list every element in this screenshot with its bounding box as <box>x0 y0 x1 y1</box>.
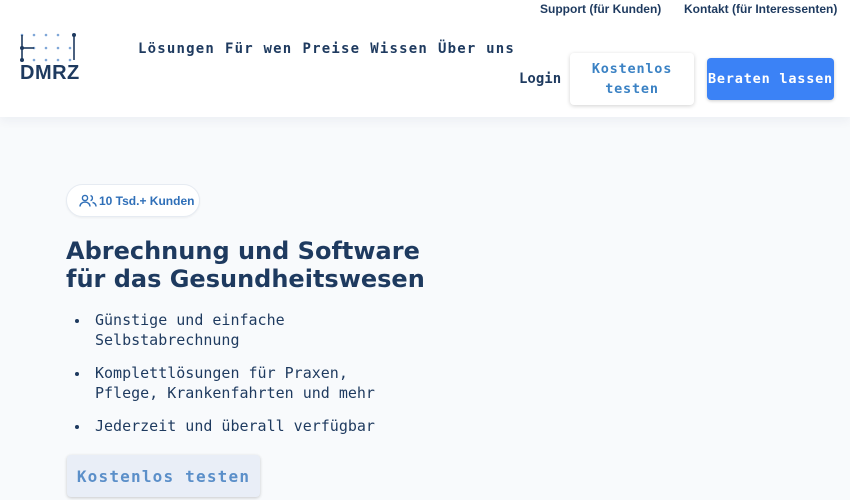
badge-label: 10 Tsd.+ Kunden <box>99 193 195 208</box>
nav-item-fuer-wen[interactable]: Für wen <box>225 41 292 57</box>
customer-count-badge: 10 Tsd.+ Kunden <box>66 184 200 217</box>
trial-button-hero[interactable]: Kostenlos testen <box>67 455 260 497</box>
feature-item-complete-solutions: Komplettlösungen für Praxen, Pflege, Kra… <box>70 363 410 403</box>
logo-text: DMRZ <box>20 62 80 84</box>
logo-grid-icon <box>20 33 76 62</box>
feature-item-self-billing: Günstige und einfache Selbstabrechnung <box>70 310 410 350</box>
trial-button-header[interactable]: Kostenlos testen <box>570 53 694 105</box>
nav-item-ueber-uns[interactable]: Über uns <box>438 41 515 57</box>
dmrz-logo[interactable]: DMRZ <box>20 32 80 88</box>
feature-item-availability: Jederzeit und überall verfügbar <box>70 416 410 436</box>
consult-button[interactable]: Beraten lassen <box>707 58 834 100</box>
login-link[interactable]: Login <box>519 71 561 87</box>
users-icon <box>79 194 97 207</box>
nav-item-wissen[interactable]: Wissen <box>370 41 428 57</box>
support-link[interactable]: Support (für Kunden) <box>540 2 661 16</box>
feature-list: Günstige und einfache Selbstabrechnung K… <box>70 310 410 449</box>
contact-link[interactable]: Kontakt (für Interessenten) <box>684 2 837 16</box>
hero-headline: Abrechnung und Software für das Gesundhe… <box>66 237 425 293</box>
main-nav: Lösungen Für wen Preise Wissen Über uns <box>138 41 515 57</box>
nav-item-preise[interactable]: Preise <box>302 41 360 57</box>
nav-item-loesungen[interactable]: Lösungen <box>138 41 215 57</box>
site-header: Support (für Kunden) Kontakt (für Intere… <box>0 0 850 117</box>
